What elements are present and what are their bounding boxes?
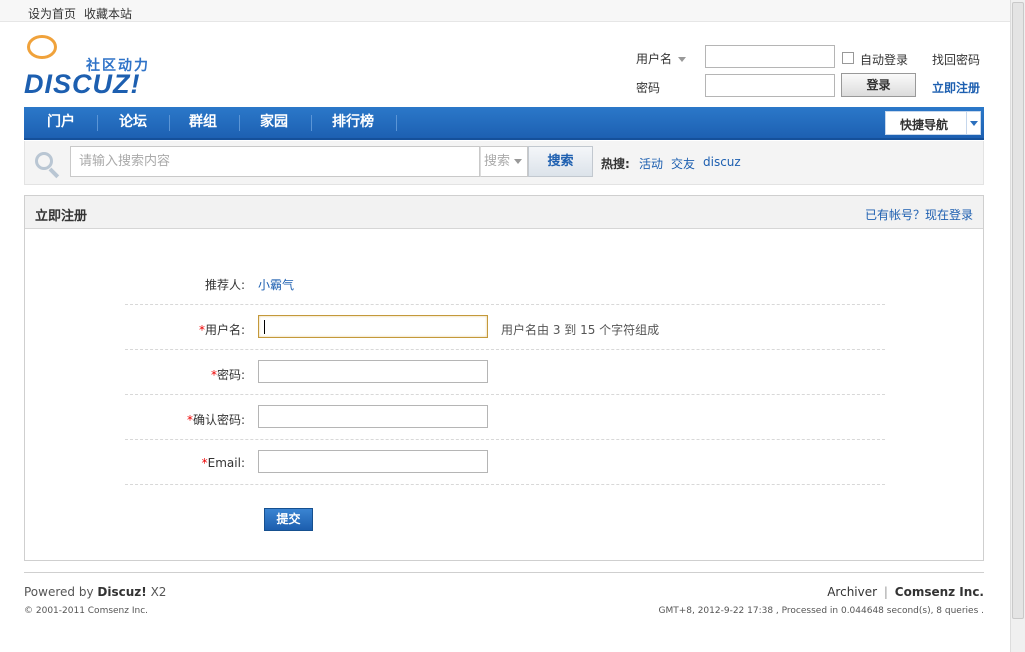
search-button[interactable]: 搜索 [528, 146, 593, 177]
username-hint: 用户名由 3 到 15 个字符组成 [501, 323, 660, 337]
register-panel: 立即注册 已有帐号？现在登录 推荐人: 小霸气 *用户名: 用户名由 3 到 1… [24, 195, 984, 561]
site-logo[interactable]: 社区动力 DISCUZ! [24, 33, 164, 101]
powered-by-brand-link[interactable]: Discuz! [97, 585, 146, 599]
hot-search-link[interactable]: discuz [703, 155, 741, 169]
nav-divider [169, 115, 170, 131]
logo-wordmark: DISCUZ! [24, 69, 141, 99]
confirm-password-field-label: *确认密码: [105, 411, 245, 428]
chevron-down-icon [678, 57, 687, 62]
register-header: 立即注册 已有帐号？现在登录 [25, 196, 983, 229]
confirm-password-field-label-text: 确认密码: [192, 413, 245, 427]
search-bar: 请输入搜索内容 搜索 搜索 热搜: 活动 交友 discuz [24, 141, 984, 185]
referrer-value[interactable]: 小霸气 [258, 276, 294, 293]
powered-by-version: X2 [150, 585, 167, 599]
scrollbar-thumb[interactable] [1012, 2, 1024, 619]
hot-search-link[interactable]: 活动 [639, 155, 663, 172]
register-title: 立即注册 [35, 209, 88, 224]
password-field[interactable] [258, 360, 488, 383]
confirm-password-field[interactable] [258, 405, 488, 428]
text-cursor [264, 320, 265, 334]
login-button[interactable]: 登录 [841, 73, 916, 97]
find-password-link[interactable]: 找回密码 [932, 51, 980, 68]
nav-divider [97, 115, 98, 131]
login-username-input[interactable] [705, 45, 835, 68]
nav-divider [311, 115, 312, 131]
login-password-input[interactable] [705, 74, 835, 97]
quick-nav-divider [966, 112, 967, 134]
email-field-label-text: Email: [207, 456, 245, 470]
username-label-text: 用户名 [636, 52, 673, 66]
quick-nav-button[interactable]: 快捷导航 [885, 111, 981, 135]
nav-divider [239, 115, 240, 131]
nav-item-groups[interactable]: 群组 [176, 107, 230, 138]
vertical-scrollbar[interactable] [1010, 0, 1025, 652]
bookmark-site-link[interactable]: 收藏本站 [84, 5, 132, 22]
search-input[interactable]: 请输入搜索内容 [70, 146, 480, 177]
chevron-down-icon [514, 159, 523, 164]
nav-item-ranking[interactable]: 排行榜 [322, 107, 384, 138]
row-divider [125, 439, 885, 440]
nav-divider [396, 115, 397, 131]
row-divider [125, 484, 885, 485]
nav-item-portal[interactable]: 门户 [34, 107, 88, 138]
referrer-label: 推荐人: [204, 278, 245, 292]
row-divider [125, 394, 885, 395]
top-bar: 设为首页 收藏本站 [0, 0, 1010, 22]
footer-divider [24, 572, 984, 573]
submit-button[interactable]: 提交 [264, 508, 313, 531]
search-type-value: 搜索 [484, 154, 511, 169]
username-field[interactable] [258, 315, 488, 338]
search-type-select[interactable]: 搜索 [480, 146, 528, 177]
nav-item-forum[interactable]: 论坛 [106, 107, 160, 138]
login-now-link[interactable]: 已有帐号？现在登录 [865, 206, 973, 223]
chevron-down-icon [970, 121, 978, 126]
nav-item-home[interactable]: 家园 [247, 107, 301, 138]
row-divider [125, 349, 885, 350]
set-homepage-link[interactable]: 设为首页 [28, 5, 76, 22]
archiver-link[interactable]: Archiver [827, 585, 877, 599]
footer-separator: | [883, 585, 888, 599]
speech-bubble-icon [27, 35, 57, 59]
search-icon [35, 152, 60, 179]
register-now-link[interactable]: 立即注册 [932, 79, 980, 96]
server-stats: GMT+8, 2012-9-22 17:38 , Processed in 0.… [658, 606, 984, 616]
main-nav: 门户 论坛 群组 家园 排行榜 [24, 107, 984, 140]
hot-search-label: 热搜: [601, 157, 630, 171]
email-field-label: *Email: [105, 456, 245, 470]
quick-nav-label: 快捷导航 [900, 118, 949, 132]
footer-links: Archiver | Comsenz Inc. [827, 585, 984, 599]
company-link[interactable]: Comsenz Inc. [895, 585, 984, 599]
powered-by-prefix: Powered by [24, 585, 94, 599]
password-label: 密码 [636, 81, 661, 95]
copyright-text: © 2001-2011 Comsenz Inc. [24, 606, 149, 616]
powered-by: Powered by Discuz! X2 [24, 585, 166, 599]
password-field-label-text: 密码: [216, 368, 245, 382]
auto-login-checkbox[interactable] [842, 52, 854, 64]
row-divider [125, 304, 885, 305]
auto-login-label[interactable]: 自动登录 [860, 51, 908, 68]
password-field-label: *密码: [105, 366, 245, 383]
username-field-label-text: 用户名: [204, 323, 245, 337]
hot-search-link[interactable]: 交友 [671, 155, 695, 172]
username-field-label: *用户名: [105, 321, 245, 338]
email-field[interactable] [258, 450, 488, 473]
username-label[interactable]: 用户名 [636, 50, 687, 67]
